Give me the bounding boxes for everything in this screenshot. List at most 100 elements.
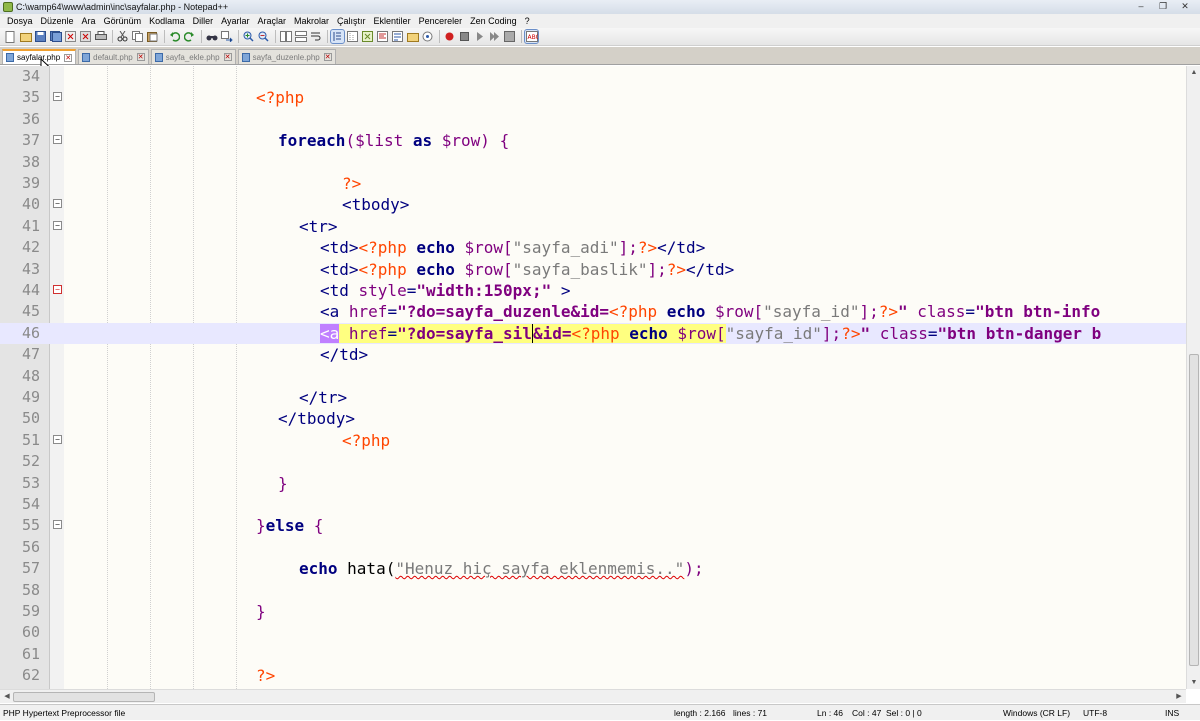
close-window-button[interactable]: ✕ xyxy=(1174,0,1196,12)
replace-icon[interactable] xyxy=(220,30,233,43)
tab-close-icon[interactable]: ✕ xyxy=(64,53,73,62)
menu-gorunum[interactable]: Görünüm xyxy=(100,14,146,28)
menu-ara[interactable]: Ara xyxy=(78,14,100,28)
indent-guide-icon[interactable] xyxy=(346,30,359,43)
udl-icon[interactable] xyxy=(361,30,374,43)
tab-sayfa-ekle[interactable]: sayfa_ekle.php ✕ xyxy=(150,49,236,64)
close-icon[interactable] xyxy=(64,30,77,43)
run-macro-icon[interactable] xyxy=(488,30,501,43)
show-all-icon[interactable] xyxy=(330,29,345,44)
code-line[interactable]: 35 − <?php xyxy=(0,87,1186,108)
scroll-up-icon[interactable]: ▲ xyxy=(1187,66,1200,79)
scroll-right-icon[interactable]: ▶ xyxy=(1172,690,1186,703)
horizontal-scroll-thumb[interactable] xyxy=(13,692,155,702)
status-eol[interactable]: Windows (CR LF) xyxy=(1003,705,1070,721)
scroll-left-icon[interactable]: ◀ xyxy=(0,690,14,703)
code-line[interactable]: 60 xyxy=(0,622,1186,643)
print-icon[interactable] xyxy=(94,30,107,43)
code-line[interactable]: 51 − <?php xyxy=(0,430,1186,451)
fold-toggle-icon[interactable]: − xyxy=(53,92,62,102)
minimize-button[interactable]: – xyxy=(1130,0,1152,12)
code-line[interactable]: 45 <a href="?do=sayfa_duzenle&id=<?php ec… xyxy=(0,301,1186,322)
find-icon[interactable] xyxy=(205,30,218,43)
code-line[interactable]: 49 </tr> xyxy=(0,387,1186,408)
stop-macro-icon[interactable] xyxy=(458,30,471,43)
open-file-icon[interactable] xyxy=(19,30,32,43)
sync-v-icon[interactable] xyxy=(279,30,292,43)
redo-icon[interactable] xyxy=(183,30,196,43)
scroll-down-icon[interactable]: ▼ xyxy=(1187,676,1200,689)
code-line[interactable]: 56 xyxy=(0,537,1186,558)
menu-araclar[interactable]: Araçlar xyxy=(254,14,291,28)
code-line[interactable]: 52 xyxy=(0,451,1186,472)
status-insert-mode[interactable]: INS xyxy=(1165,705,1179,721)
code-line[interactable]: 44 − <td style="width:150px;" > xyxy=(0,280,1186,301)
folder-workspace-icon[interactable] xyxy=(406,30,419,43)
menu-eklentiler[interactable]: Eklentiler xyxy=(370,14,415,28)
doc-map-icon[interactable] xyxy=(376,30,389,43)
save-icon[interactable] xyxy=(34,30,47,43)
fold-toggle-icon[interactable]: − xyxy=(53,199,62,209)
code-line[interactable]: 39 ?> xyxy=(0,173,1186,194)
tab-close-icon[interactable]: ✕ xyxy=(136,53,145,61)
menu-zen-coding[interactable]: Zen Coding xyxy=(466,14,521,28)
zoom-out-icon[interactable] xyxy=(257,30,270,43)
code-line[interactable]: 37 − foreach($list as $row) { xyxy=(0,130,1186,151)
spellcheck-icon[interactable]: ABC xyxy=(524,29,539,44)
code-line[interactable]: 59} xyxy=(0,601,1186,622)
fold-toggle-icon[interactable]: − xyxy=(53,434,62,444)
menu-dosya[interactable]: Dosya xyxy=(3,14,37,28)
code-line[interactable]: 47 </td> xyxy=(0,344,1186,365)
code-line[interactable]: 43 <td><?php echo $row["sayfa_baslik"];?>… xyxy=(0,259,1186,280)
menu-ayarlar[interactable]: Ayarlar xyxy=(217,14,253,28)
code-line[interactable]: 50 </tbody> xyxy=(0,408,1186,429)
copy-icon[interactable] xyxy=(131,30,144,43)
fold-toggle-icon[interactable]: − xyxy=(53,520,62,530)
vertical-scroll-thumb[interactable] xyxy=(1189,354,1199,666)
tab-close-icon[interactable]: ✕ xyxy=(223,53,232,61)
save-all-icon[interactable] xyxy=(49,30,62,43)
maximize-button[interactable]: ❐ xyxy=(1152,0,1174,12)
menu-diller[interactable]: Diller xyxy=(189,14,218,28)
play-macro-icon[interactable] xyxy=(473,30,486,43)
paste-icon[interactable] xyxy=(146,30,159,43)
menu-duzenle[interactable]: Düzenle xyxy=(37,14,78,28)
code-line-current[interactable]: 46 <a href="?do=sayfa_sil&id=<?php echo $… xyxy=(0,322,1186,345)
code-line[interactable]: 58 xyxy=(0,580,1186,601)
code-line[interactable]: 53} xyxy=(0,473,1186,494)
status-encoding[interactable]: UTF-8 xyxy=(1083,705,1107,721)
code-line[interactable]: 48 xyxy=(0,366,1186,387)
code-line[interactable]: 54 xyxy=(0,494,1186,515)
function-list-icon[interactable] xyxy=(391,30,404,43)
code-line[interactable]: 34 xyxy=(0,66,1186,87)
menu-help[interactable]: ? xyxy=(521,14,534,28)
save-macro-icon[interactable] xyxy=(503,30,516,43)
tab-default[interactable]: default.php ✕ xyxy=(78,49,149,64)
code-line[interactable]: 55 −}else { xyxy=(0,515,1186,536)
zoom-in-icon[interactable] xyxy=(242,30,255,43)
record-macro-icon[interactable] xyxy=(443,30,456,43)
code-line[interactable]: 61 xyxy=(0,644,1186,665)
code-editor[interactable]: 34 35 − <?php 36 37 − foreach($list as $row)… xyxy=(0,66,1186,689)
undo-icon[interactable] xyxy=(168,30,181,43)
word-wrap-icon[interactable] xyxy=(309,30,322,43)
fold-toggle-icon[interactable]: − xyxy=(53,285,62,294)
horizontal-scrollbar[interactable]: ◀ ▶ xyxy=(0,689,1186,703)
code-line[interactable]: 38 xyxy=(0,152,1186,173)
monitoring-icon[interactable] xyxy=(421,30,434,43)
menu-kodlama[interactable]: Kodlama xyxy=(145,14,189,28)
cut-icon[interactable] xyxy=(116,30,129,43)
menu-pencereler[interactable]: Pencereler xyxy=(415,14,467,28)
close-all-icon[interactable] xyxy=(79,30,92,43)
code-line[interactable]: 36 xyxy=(0,109,1186,130)
vertical-scrollbar[interactable]: ▲ ▼ xyxy=(1186,66,1200,689)
code-line[interactable]: 57 echo hata("Henuz hiç sayfa eklenmemis.… xyxy=(0,558,1186,579)
code-line[interactable]: 41 − <tr> xyxy=(0,216,1186,237)
sync-h-icon[interactable] xyxy=(294,30,307,43)
fold-toggle-icon[interactable]: − xyxy=(53,135,62,145)
fold-toggle-icon[interactable]: − xyxy=(53,220,62,230)
code-line[interactable]: 62 ?> xyxy=(0,665,1186,686)
code-line[interactable]: 42 <td><?php echo $row["sayfa_adi"];?></t… xyxy=(0,237,1186,258)
menu-makrolar[interactable]: Makrolar xyxy=(290,14,333,28)
tab-sayfa-duzenle[interactable]: sayfa_duzenle.php ✕ xyxy=(237,49,336,64)
